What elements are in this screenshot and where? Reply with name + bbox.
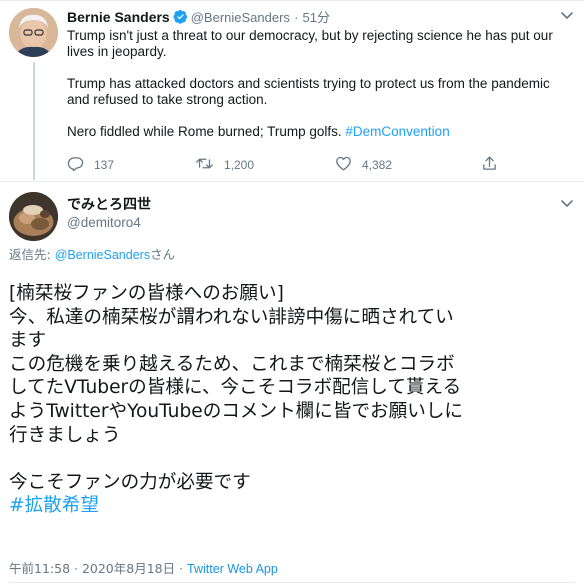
bottom-divider [9, 582, 575, 583]
timestamp[interactable]: 午前11:58 · 2020年8月18日 · [9, 561, 187, 576]
tweet-line: してたVTuberの皆様に、今こそコラボ配信して貰える [9, 377, 462, 399]
author-name[interactable]: Bernie Sanders [67, 9, 170, 25]
tweet-line: この危機を乗り越えるため、これまで楠栞桜とコラボ [9, 353, 455, 375]
tweet-line: [楠栞桜ファンの皆様へのお願い] [9, 283, 284, 304]
reply-prefix: 返信先: [9, 247, 55, 262]
author-handle[interactable]: @demitoro4 [67, 214, 141, 232]
share-icon [481, 155, 498, 175]
quoted-last-line: Nero fiddled while Rome burned; Trump go… [67, 124, 346, 139]
tweet-line: ます [9, 330, 47, 352]
hashtag-link[interactable]: #拡散希望 [9, 494, 579, 518]
tweet-line: 今こそファンの力が必要です [9, 471, 251, 493]
reply-context: 返信先: @BernieSandersさん [9, 247, 175, 263]
avatar[interactable] [9, 8, 58, 57]
reply-button[interactable]: 137 [67, 155, 114, 175]
tweet-meta: 午前11:58 · 2020年8月18日 · Twitter Web App [9, 561, 278, 577]
reply-icon [67, 155, 84, 175]
avatar[interactable] [9, 192, 58, 241]
chevron-down-icon[interactable] [558, 194, 576, 212]
author-handle[interactable]: @BernieSanders [191, 10, 290, 25]
timestamp[interactable]: 51分 [303, 10, 330, 25]
quoted-header: Bernie Sanders @BernieSanders · 51分 [67, 9, 330, 29]
verified-badge-icon [173, 9, 188, 29]
tweet-line: 行きましょう [9, 424, 121, 446]
hashtag-link[interactable]: #DemConvention [345, 124, 449, 139]
quoted-paragraph: Trump has attacked doctors and scientist… [67, 76, 550, 107]
separator: · [294, 10, 299, 25]
quoted-paragraph: Nero fiddled while Rome burned; Trump go… [67, 124, 567, 140]
retweet-button[interactable]: 1,200 [195, 155, 254, 175]
like-button[interactable]: 4,382 [335, 155, 392, 175]
share-button[interactable] [481, 155, 498, 175]
tweet-line: 今、私達の楠栞桜が謂われない誹謗中傷に晒されてい [9, 306, 454, 328]
retweet-count: 1,200 [224, 158, 255, 172]
tweet-line: ようTwitterやYouTubeのコメント欄に皆でお願いしに [9, 400, 464, 422]
like-count: 4,382 [362, 158, 393, 172]
heart-icon [335, 155, 352, 175]
thread-line [33, 62, 35, 180]
chevron-down-icon[interactable] [558, 6, 576, 24]
quoted-tweet[interactable]: Bernie Sanders @BernieSanders · 51分 Trump… [0, 0, 584, 182]
reply-suffix: さん [150, 247, 176, 262]
quoted-text: Trump isn't just a threat to our democra… [67, 28, 567, 156]
tweet-text: [楠栞桜ファンの皆様へのお願い] 今、私達の楠栞桜が謂われない誹謗中傷に晒されて… [9, 282, 579, 518]
mention-link[interactable]: @BernieSanders [55, 248, 150, 262]
action-bar: 137 1,200 4,382 [67, 155, 497, 175]
reply-count: 137 [94, 158, 115, 172]
quoted-paragraph: Trump isn't just a threat to our democra… [67, 28, 553, 59]
author-name[interactable]: でみとろ四世 [67, 196, 151, 214]
source-app-link[interactable]: Twitter Web App [187, 562, 278, 576]
retweet-icon [195, 155, 214, 175]
